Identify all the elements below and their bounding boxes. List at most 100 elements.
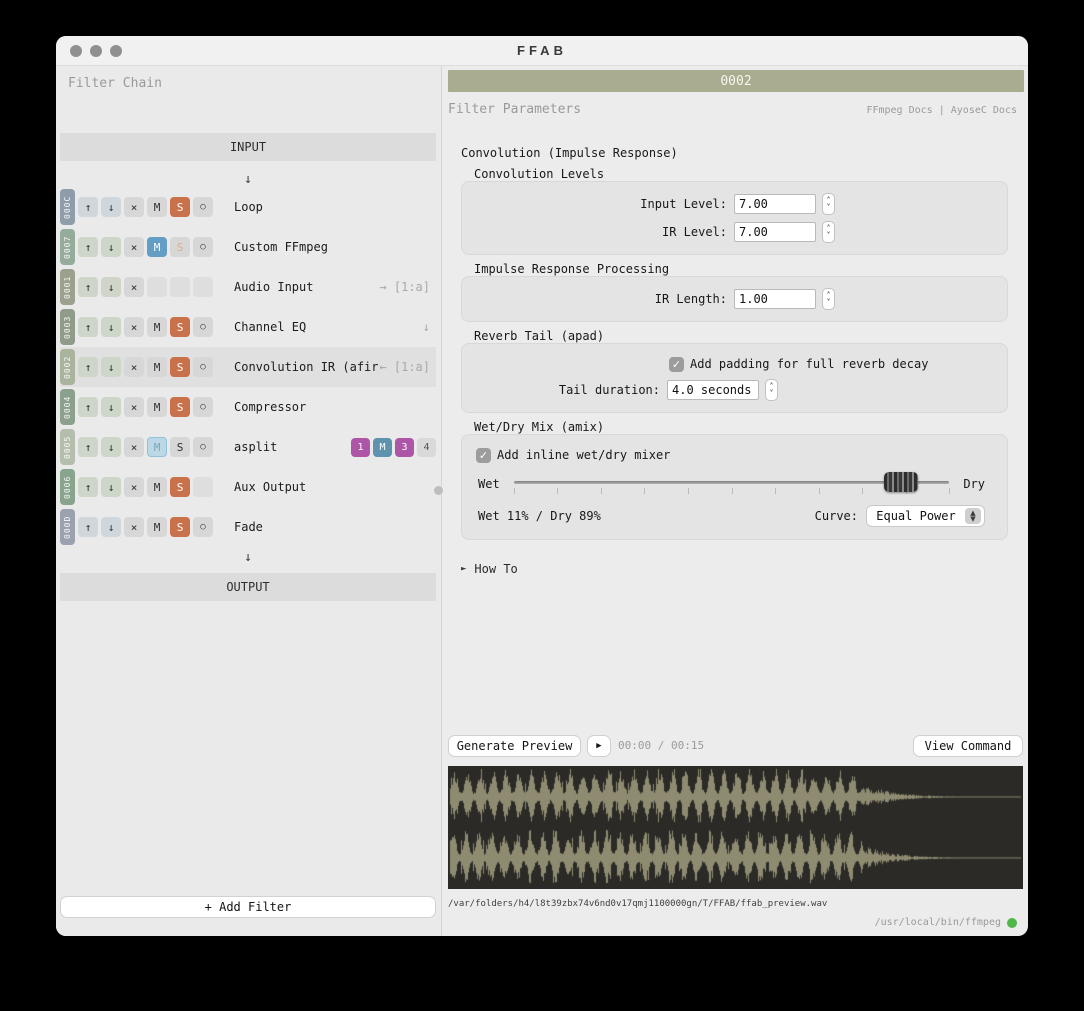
- move-up-button[interactable]: ↑: [78, 397, 98, 417]
- solo-button[interactable]: S: [170, 437, 190, 457]
- docs-separator: |: [938, 105, 945, 116]
- generate-preview-button[interactable]: Generate Preview: [448, 735, 581, 757]
- selected-filter-id-bar: 0002: [448, 70, 1024, 92]
- curve-label: Curve:: [814, 509, 858, 523]
- split-output-chip[interactable]: 1: [351, 437, 370, 457]
- options-button[interactable]: [193, 477, 213, 497]
- remove-filter-button[interactable]: ×: [124, 317, 144, 337]
- move-up-button[interactable]: ↑: [78, 437, 98, 457]
- mute-button[interactable]: M: [147, 517, 167, 537]
- pad-checkbox[interactable]: ✓: [669, 356, 684, 372]
- move-up-button[interactable]: ↑: [78, 197, 98, 217]
- play-button[interactable]: ▶: [587, 735, 611, 757]
- split-output-chip[interactable]: M: [373, 437, 392, 457]
- group-label: Convolution Levels: [469, 167, 610, 181]
- mute-button[interactable]: M: [147, 317, 167, 337]
- input-level-field[interactable]: 7.00: [734, 194, 816, 214]
- ayosec-docs-link[interactable]: AyoseC Docs: [951, 105, 1017, 116]
- remove-filter-button[interactable]: ×: [124, 237, 144, 257]
- solo-button[interactable]: S: [170, 317, 190, 337]
- options-button[interactable]: ○: [193, 357, 213, 377]
- solo-button[interactable]: S: [170, 197, 190, 217]
- filter-row[interactable]: 0003 ↑ ↓ × M S ○ Channel EQ ↓: [60, 307, 436, 347]
- inline-mixer-checkbox-label: Add inline wet/dry mixer: [497, 448, 671, 462]
- mute-button[interactable]: M: [147, 437, 167, 457]
- move-up-button[interactable]: ↑: [78, 317, 98, 337]
- move-down-button[interactable]: ↓: [101, 517, 121, 537]
- flow-arrow-bottom: ↓: [244, 550, 252, 565]
- move-up-button[interactable]: ↑: [78, 237, 98, 257]
- input-node[interactable]: INPUT: [60, 133, 436, 161]
- move-up-button[interactable]: ↑: [78, 277, 98, 297]
- move-down-button[interactable]: ↓: [101, 477, 121, 497]
- filter-row[interactable]: 0001 ↑ ↓ × Audio Input → [1:a]: [60, 267, 436, 307]
- move-up-button[interactable]: ↑: [78, 477, 98, 497]
- filter-row[interactable]: 0004 ↑ ↓ × M S ○ Compressor: [60, 387, 436, 427]
- mute-button[interactable]: M: [147, 477, 167, 497]
- filter-row[interactable]: 0007 ↑ ↓ × M S ○ Custom FFmpeg: [60, 227, 436, 267]
- how-to-disclosure[interactable]: ► How To: [461, 562, 1008, 576]
- remove-filter-button[interactable]: ×: [124, 437, 144, 457]
- solo-button[interactable]: [170, 277, 190, 297]
- input-level-stepper[interactable]: ˄ ˅: [822, 193, 835, 215]
- mute-button[interactable]: M: [147, 237, 167, 257]
- ir-length-stepper[interactable]: ˄ ˅: [822, 288, 835, 310]
- solo-button[interactable]: S: [170, 397, 190, 417]
- move-up-button[interactable]: ↑: [78, 517, 98, 537]
- ir-level-stepper[interactable]: ˄ ˅: [822, 221, 835, 243]
- move-up-button[interactable]: ↑: [78, 357, 98, 377]
- convolution-levels-group: Convolution Levels Input Level: 7.00 ˄ ˅ …: [461, 167, 1008, 255]
- mute-button[interactable]: M: [147, 197, 167, 217]
- solo-button[interactable]: S: [170, 357, 190, 377]
- inline-mixer-checkbox[interactable]: ✓: [476, 447, 491, 463]
- move-down-button[interactable]: ↓: [101, 357, 121, 377]
- remove-filter-button[interactable]: ×: [124, 277, 144, 297]
- remove-filter-button[interactable]: ×: [124, 197, 144, 217]
- panel-splitter-handle[interactable]: [434, 486, 443, 495]
- curve-dropdown[interactable]: Equal Power ▲ ▼: [866, 505, 985, 527]
- wet-dry-slider[interactable]: [513, 470, 951, 498]
- ir-level-field[interactable]: 7.00: [734, 222, 816, 242]
- view-command-button[interactable]: View Command: [913, 735, 1023, 757]
- dropdown-chevrons-icon: ▲ ▼: [965, 508, 981, 524]
- split-output-chip[interactable]: 4: [417, 437, 436, 457]
- options-button[interactable]: ○: [193, 197, 213, 217]
- move-down-button[interactable]: ↓: [101, 197, 121, 217]
- move-down-button[interactable]: ↓: [101, 277, 121, 297]
- move-down-button[interactable]: ↓: [101, 397, 121, 417]
- solo-button[interactable]: S: [170, 237, 190, 257]
- mute-button[interactable]: [147, 277, 167, 297]
- filter-row[interactable]: 000D ↑ ↓ × M S ○ Fade: [60, 507, 436, 547]
- solo-button[interactable]: S: [170, 517, 190, 537]
- move-down-button[interactable]: ↓: [101, 437, 121, 457]
- tail-duration-stepper[interactable]: ˄ ˅: [765, 379, 778, 401]
- options-button[interactable]: ○: [193, 237, 213, 257]
- output-node[interactable]: OUTPUT: [60, 573, 436, 601]
- flow-arrow-top: ↓: [244, 172, 252, 187]
- options-button[interactable]: ○: [193, 317, 213, 337]
- filter-row[interactable]: 000C ↑ ↓ × M S ○ Loop: [60, 187, 436, 227]
- solo-button[interactable]: S: [170, 477, 190, 497]
- add-filter-button[interactable]: + Add Filter: [60, 896, 436, 918]
- mute-button[interactable]: M: [147, 397, 167, 417]
- options-button[interactable]: ○: [193, 397, 213, 417]
- options-button[interactable]: [193, 277, 213, 297]
- remove-filter-button[interactable]: ×: [124, 397, 144, 417]
- filter-row[interactable]: 0006 ↑ ↓ × M S Aux Output: [60, 467, 436, 507]
- options-button[interactable]: ○: [193, 517, 213, 537]
- slider-handle[interactable]: [884, 472, 919, 492]
- filter-row[interactable]: 0002 ↑ ↓ × M S ○ Convolution IR (afir ← [1:a]: [60, 347, 436, 387]
- filter-row[interactable]: 0005 ↑ ↓ × M S ○ asplit 1 M 3 4: [60, 427, 436, 467]
- options-button[interactable]: ○: [193, 437, 213, 457]
- split-output-chip[interactable]: 3: [395, 437, 414, 457]
- move-down-button[interactable]: ↓: [101, 237, 121, 257]
- ffmpeg-docs-link[interactable]: FFmpeg Docs: [866, 105, 932, 116]
- move-down-button[interactable]: ↓: [101, 317, 121, 337]
- remove-filter-button[interactable]: ×: [124, 357, 144, 377]
- remove-filter-button[interactable]: ×: [124, 477, 144, 497]
- tail-duration-field[interactable]: 4.0 seconds: [667, 380, 759, 400]
- ir-length-field[interactable]: 1.00: [734, 289, 816, 309]
- mute-button[interactable]: M: [147, 357, 167, 377]
- filter-section-title: Convolution (Impulse Response): [461, 146, 678, 160]
- remove-filter-button[interactable]: ×: [124, 517, 144, 537]
